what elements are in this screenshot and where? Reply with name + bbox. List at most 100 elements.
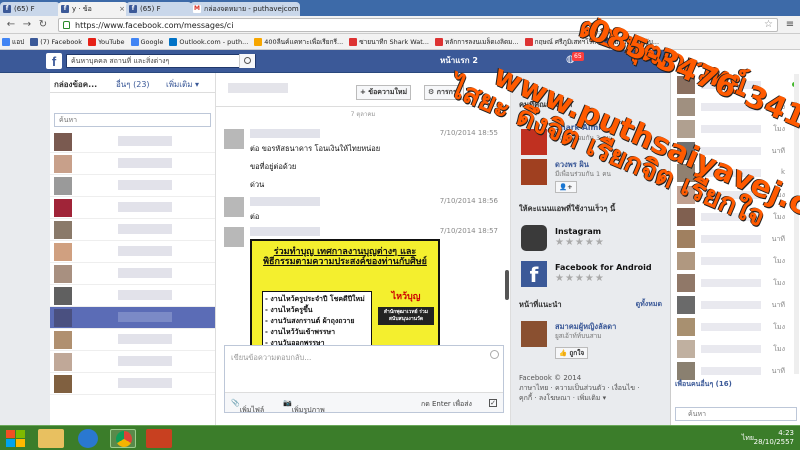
footer-links[interactable]: คุกกี้ · ลงโฆษณา · เพิ่มเติม ▾ [519,393,669,403]
app-name[interactable]: Facebook for Android [555,263,652,272]
conversation-item[interactable] [50,329,215,351]
bookmark-label: กฤษณ์ ศรีภูมิเสทฯโร... [534,38,599,46]
like-page-button[interactable]: 👍 ถูกใจ [555,347,589,359]
conversation-item[interactable] [50,263,215,285]
windows-start-icon[interactable] [4,429,28,448]
conversation-item[interactable] [50,241,215,263]
system-clock[interactable]: 4:23 28/10/2557 [754,429,794,447]
conversation-item[interactable] [50,131,215,153]
reply-input[interactable]: เขียนข้อความตอบกลับ... [231,352,311,364]
chrome-icon[interactable] [110,429,136,448]
more-friends-link[interactable]: เพื่อนคนอื่นๆ (16) [675,379,732,390]
app-name[interactable]: Instagram [555,227,601,236]
browser-tab[interactable]: M กล่องจดหมาย - puthavejcom [190,2,300,16]
close-tab-icon[interactable]: × [119,2,125,16]
chat-friend-row[interactable]: นาที [671,228,800,250]
avatar[interactable] [521,321,547,347]
conversation-item[interactable] [50,197,215,219]
bookmark-item[interactable]: (7) Facebook [28,34,86,49]
bookmark-item[interactable]: YouTube [86,34,128,49]
actions-button[interactable]: ⚙ การกระ [424,85,465,100]
chat-friend-row[interactable]: k [671,162,800,184]
inbox-tab[interactable]: กล่องข้อค... [54,78,97,91]
bookmark-item[interactable]: 400ลีนค์เเคทาะเพื่อเรียกรี... [252,34,347,49]
chat-friend-row[interactable]: โมง [671,272,800,294]
chat-friend-row[interactable]: โมง [671,184,800,206]
chat-search-input[interactable]: ค้นหา [675,407,797,421]
add-file-button[interactable]: 📎 เพิ่มไฟล์ [231,399,264,414]
bookmark-item[interactable]: หลักการลงนเมล็ดเงลิดม... [433,34,523,49]
forward-arrow-icon[interactable]: → [20,18,34,32]
conversation-item[interactable] [50,373,215,395]
chat-friend-row[interactable]: โมง [671,316,800,338]
reload-icon[interactable]: ↻ [36,18,50,32]
emoji-icon[interactable] [490,350,499,359]
avatar[interactable] [521,129,547,155]
sender-name [250,129,320,138]
app-taskbar-icon[interactable] [146,429,172,448]
file-explorer-icon[interactable] [38,429,64,448]
bookmark-favicon-icon [130,38,139,46]
footer-links[interactable]: ภาษาไทย · ความเป็นส่วนตัว · เงื่อนไข · [519,383,669,393]
bookmark-item[interactable]: แอป [0,34,28,49]
bookmark-star-icon[interactable]: ☆ [764,19,773,31]
add-friend-button[interactable]: 👤+ [555,181,577,193]
rating-stars[interactable]: ★★★★★ [555,273,605,284]
reply-box[interactable]: เขียนข้อความตอบกลับ... 📎 เพิ่มไฟล์ 📷 เพิ… [224,345,504,414]
chat-scrollbar[interactable] [794,74,799,374]
thread-scrollbar[interactable] [505,270,509,300]
conversation-item[interactable] [50,307,215,329]
facebook-logo-icon[interactable]: f [46,53,62,69]
facebook-app-icon[interactable]: f [521,261,547,287]
other-tab[interactable]: อื่นๆ (23) [116,78,150,91]
facebook-search-input[interactable]: ค้นหาบุคคล สถานที่ และสิ่งต่างๆ [66,54,256,68]
chat-friend-row[interactable]: โมง [671,96,800,118]
avatar [54,177,72,195]
see-all-link[interactable]: ดูทั้งหมด [636,299,662,310]
poster-side-label: ไหว้บุญ [391,292,421,302]
mutual-friends: มีเพื่อนร่วมกัน 3 คน [555,134,612,142]
new-message-button[interactable]: + ข้อความใหม่ [356,85,412,100]
avatar[interactable] [521,159,547,185]
back-arrow-icon[interactable]: ← [4,18,18,32]
bookmark-item[interactable]: มีรุ้ปเกิดกิจพับ... [602,34,663,49]
chat-friend-row[interactable]: โมง [671,338,800,360]
chrome-menu-icon[interactable]: ≡ [784,18,796,32]
more-dropdown[interactable]: เพิ่มเติม ▾ [166,78,199,91]
conversation-search-input[interactable]: ค้นหา [54,113,211,127]
search-icon[interactable] [239,54,255,68]
avatar [54,221,72,239]
conversation-name [118,202,172,212]
enter-to-send-checkbox[interactable]: ✓ [489,399,497,407]
address-bar[interactable]: https://www.facebook.com/messages/ci ☆ [58,18,778,32]
last-active-time: โมง [773,257,785,265]
bookmark-item[interactable]: Outlook.com - puth... [167,34,252,49]
conversation-item[interactable] [50,175,215,197]
bookmark-item[interactable]: กฤษณ์ ศรีภูมิเสทฯโร... [523,34,603,49]
chat-friend-row[interactable]: โมง [671,118,800,140]
mutual-friends: มีเพื่อนร่วมกัน 1 คน [555,170,612,178]
url-text: https://www.facebook.com/messages/ci [75,21,234,30]
home-link[interactable]: หน้าแรก 2 [440,54,478,68]
conversation-item[interactable] [50,219,215,241]
page-meta: ยูสเอ้าท์ท์บนสาม [555,332,602,340]
internet-explorer-icon[interactable] [78,429,98,448]
bookmark-item[interactable]: ซายนาทีก Shark Wat... [347,34,433,49]
chat-friend-row[interactable]: โมง [671,250,800,272]
suggested-person-name[interactable]: Shark Aimi [555,123,601,132]
instagram-icon[interactable] [521,225,547,251]
conversation-item[interactable] [50,351,215,373]
language-indicator[interactable]: ไทย [742,433,754,444]
chat-friend-row[interactable]: โมง [671,206,800,228]
browser-tab-active[interactable]: f y · ข้อ × [58,2,128,16]
chat-friend-row[interactable]: นาที [671,294,800,316]
conversation-item[interactable] [50,153,215,175]
browser-tab[interactable]: f (65) F [0,2,60,16]
chat-friend-row[interactable] [671,74,800,96]
bookmark-item[interactable]: Google [129,34,168,49]
browser-tab[interactable]: f (65) F [126,2,192,16]
add-photo-button[interactable]: 📷 เพิ่มรูปภาพ [283,399,325,414]
conversation-item[interactable] [50,285,215,307]
rating-stars[interactable]: ★★★★★ [555,237,605,248]
chat-friend-row[interactable]: นาที [671,140,800,162]
